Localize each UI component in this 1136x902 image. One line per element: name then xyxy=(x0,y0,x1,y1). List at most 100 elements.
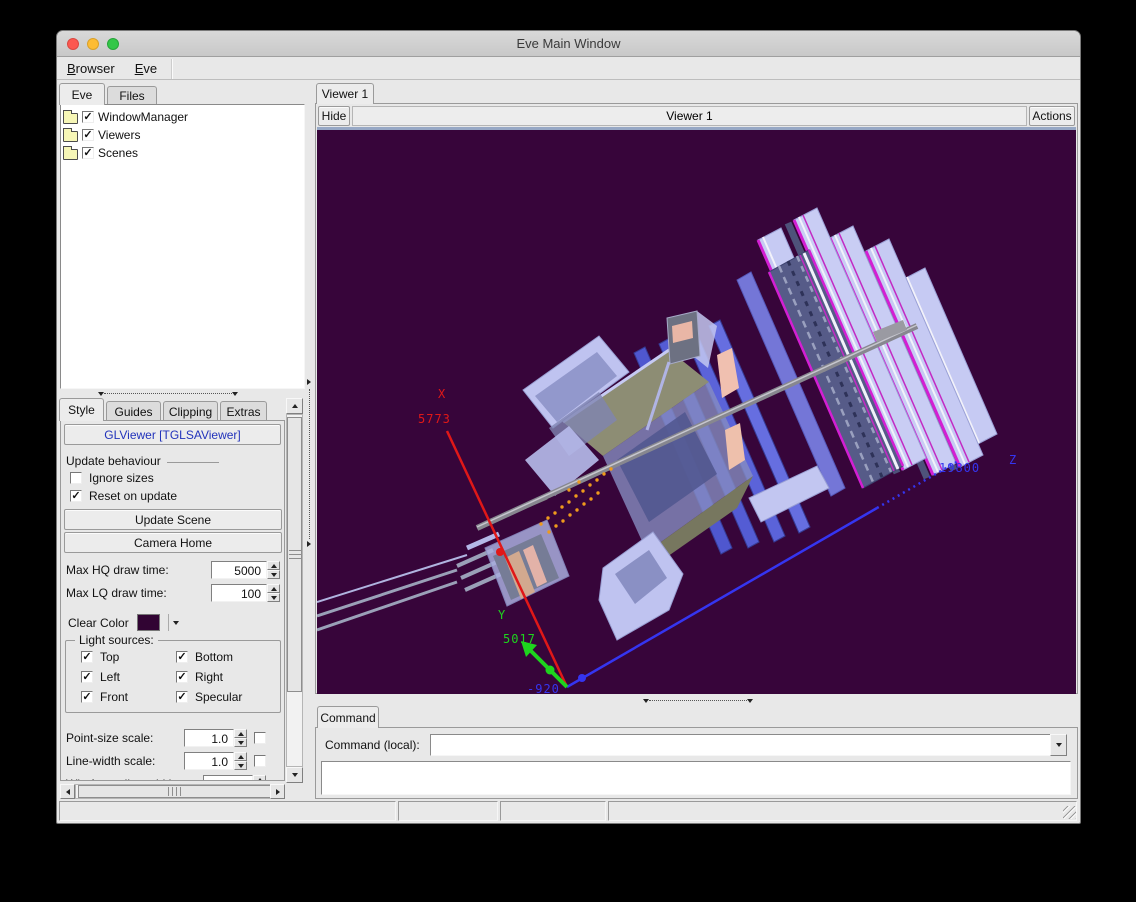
clear-color-swatch[interactable] xyxy=(137,614,160,631)
line-width-field[interactable]: 1.0 xyxy=(184,752,234,770)
tab-clipping[interactable]: Clipping xyxy=(163,401,218,421)
splitter-arrow-icon[interactable] xyxy=(747,699,753,703)
viewer-command-splitter[interactable] xyxy=(315,696,1078,705)
update-behaviour-heading: Update behaviour xyxy=(66,454,280,468)
folder-icon xyxy=(63,113,78,124)
status-bar xyxy=(57,801,1080,823)
light-left-checkbox[interactable]: ✓Left xyxy=(81,670,120,684)
scroll-thumb[interactable] xyxy=(78,785,271,798)
folder-icon xyxy=(63,149,78,160)
splitter-handle[interactable] xyxy=(649,700,747,701)
splitter-handle[interactable] xyxy=(309,389,310,539)
tree-item-label: WindowManager xyxy=(98,110,188,124)
tree-item-label: Viewers xyxy=(98,128,140,142)
clear-color-row: Clear Color xyxy=(68,614,179,631)
light-specular-checkbox[interactable]: ✓Specular xyxy=(176,690,242,704)
scroll-up-icon[interactable] xyxy=(286,398,303,414)
hide-button[interactable]: Hide xyxy=(318,106,350,126)
max-hq-spinner[interactable] xyxy=(267,561,280,579)
window-title: Eve Main Window xyxy=(57,36,1080,51)
max-hq-field[interactable]: 5000 xyxy=(211,561,267,579)
style-editor-panel: GLViewer [TGLSAViewer] Update behaviour … xyxy=(60,420,285,781)
title-bar[interactable]: Eve Main Window xyxy=(57,31,1080,57)
eve-tree-panel: ✓ WindowManager ✓ Viewers ✓ Scenes xyxy=(60,104,305,389)
tree-row-windowmanager[interactable]: ✓ WindowManager xyxy=(63,108,302,126)
status-segment xyxy=(500,801,606,821)
tab-eve[interactable]: Eve xyxy=(59,83,105,105)
tree-checkbox[interactable]: ✓ xyxy=(82,147,94,159)
command-combobox[interactable] xyxy=(430,734,1067,756)
tree-checkbox[interactable]: ✓ xyxy=(82,129,94,141)
gl-viewport[interactable]: X 5773 Y 5017 Z 19800 -920 xyxy=(317,130,1076,694)
scroll-thumb[interactable] xyxy=(287,417,302,692)
splitter-arrow-icon[interactable] xyxy=(232,392,238,396)
editor-hscrollbar[interactable] xyxy=(60,784,285,799)
wireframe-row: Wireframe line-width 1.0 xyxy=(66,775,266,781)
ignore-sizes-checkbox[interactable]: Ignore sizes xyxy=(70,471,154,485)
menu-divider xyxy=(171,59,173,79)
tab-command[interactable]: Command xyxy=(317,706,379,728)
command-label: Command (local): xyxy=(325,738,420,752)
reset-on-update-checkbox[interactable]: ✓ Reset on update xyxy=(70,489,177,503)
clear-color-dropdown[interactable] xyxy=(168,614,179,631)
scroll-right-icon[interactable] xyxy=(270,784,285,799)
scroll-down-icon[interactable] xyxy=(286,767,303,783)
actions-menu-button[interactable]: Actions xyxy=(1029,106,1075,126)
wireframe-field[interactable]: 1.0 xyxy=(203,775,253,781)
menu-bar: Browser Eve xyxy=(57,58,1080,80)
command-input[interactable] xyxy=(430,734,1050,756)
point-size-row: Point-size scale: 1.0 xyxy=(66,729,266,747)
tree-checkbox[interactable]: ✓ xyxy=(82,111,94,123)
camera-home-button[interactable]: Camera Home xyxy=(64,532,282,553)
tree-row-scenes[interactable]: ✓ Scenes xyxy=(63,144,302,162)
panel-splitter[interactable] xyxy=(306,83,314,797)
tree-row-viewers[interactable]: ✓ Viewers xyxy=(63,126,302,144)
scroll-left-icon[interactable] xyxy=(60,784,75,799)
glviewer-name-button[interactable]: GLViewer [TGLSAViewer] xyxy=(64,424,281,445)
x-axis-value: 5773 xyxy=(418,412,451,426)
folder-icon xyxy=(63,131,78,142)
tab-viewer-1[interactable]: Viewer 1 xyxy=(316,83,374,104)
command-output[interactable] xyxy=(321,761,1071,795)
editor-vscrollbar[interactable] xyxy=(286,398,303,783)
y-axis-value: 5017 xyxy=(503,632,536,646)
light-top-checkbox[interactable]: ✓Top xyxy=(81,650,119,664)
checkbox-icon[interactable]: ✓ xyxy=(70,490,82,502)
resize-grip-icon[interactable] xyxy=(1063,806,1076,819)
tree-editor-splitter[interactable] xyxy=(60,389,305,398)
combobox-dropdown-icon[interactable] xyxy=(1050,734,1067,756)
detector-3d-scene[interactable]: X 5773 Y 5017 Z 19800 -920 xyxy=(317,130,1076,694)
x-axis-label: X xyxy=(438,387,446,401)
light-right-checkbox[interactable]: ✓Right xyxy=(176,670,223,684)
tab-guides[interactable]: Guides xyxy=(106,401,161,421)
point-size-checkbox[interactable] xyxy=(254,732,266,744)
tree-item-label: Scenes xyxy=(98,146,138,160)
point-size-spinner[interactable] xyxy=(234,729,247,747)
splitter-arrow-icon[interactable] xyxy=(307,541,311,547)
light-sources-group: Light sources: ✓Top ✓Bottom ✓Left ✓Right… xyxy=(65,640,281,713)
line-width-row: Line-width scale: 1.0 xyxy=(66,752,266,770)
splitter-handle[interactable] xyxy=(104,393,232,394)
tab-style[interactable]: Style xyxy=(59,398,104,421)
status-segment xyxy=(608,801,1077,821)
point-size-field[interactable]: 1.0 xyxy=(184,729,234,747)
wireframe-spinner[interactable] xyxy=(253,775,266,781)
max-lq-field[interactable]: 100 xyxy=(211,584,267,602)
splitter-arrow-icon[interactable] xyxy=(307,379,311,385)
menu-eve[interactable]: Eve xyxy=(125,58,167,79)
z-axis-value: 19800 xyxy=(939,461,980,475)
checkbox-icon[interactable] xyxy=(70,472,82,484)
line-width-spinner[interactable] xyxy=(234,752,247,770)
tab-files[interactable]: Files xyxy=(107,86,157,105)
menu-browser[interactable]: Browser xyxy=(57,58,125,79)
light-bottom-checkbox[interactable]: ✓Bottom xyxy=(176,650,233,664)
light-front-checkbox[interactable]: ✓Front xyxy=(81,690,128,704)
update-scene-button[interactable]: Update Scene xyxy=(64,509,282,530)
max-lq-spinner[interactable] xyxy=(267,584,280,602)
viewer-title-bar[interactable]: Viewer 1 xyxy=(352,106,1027,126)
tab-extras[interactable]: Extras xyxy=(220,401,267,421)
line-width-checkbox[interactable] xyxy=(254,755,266,767)
status-segment xyxy=(59,801,396,821)
z-axis-label: Z xyxy=(1009,453,1017,467)
status-segment xyxy=(398,801,498,821)
